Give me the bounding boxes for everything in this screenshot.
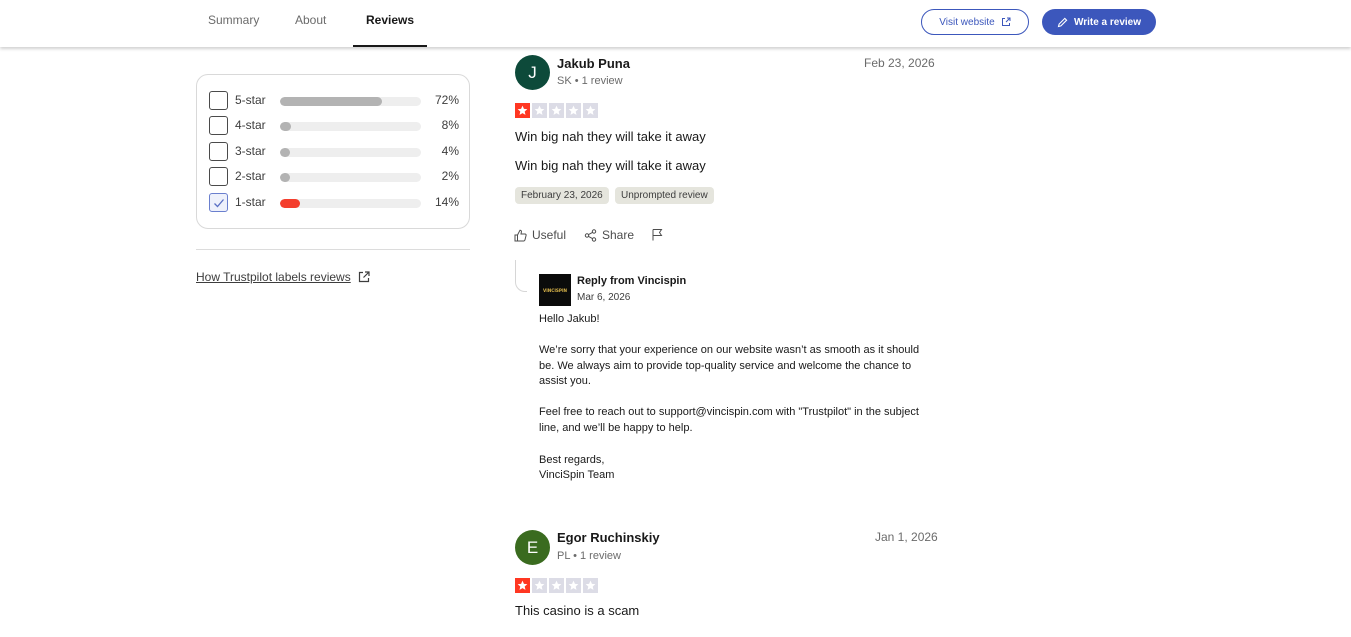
- useful-label: Useful: [532, 228, 567, 242]
- reply-from: Reply from Vincispin: [577, 275, 687, 287]
- star-empty-icon: [532, 578, 547, 593]
- top-nav: Summary About Reviews Visit website Writ…: [0, 0, 1351, 47]
- filter-bar-fill: [280, 173, 290, 182]
- filter-bar-track: [280, 199, 421, 208]
- filter-percent: 4%: [441, 144, 459, 158]
- filter-percent: 72%: [434, 93, 459, 107]
- reviewer-name[interactable]: Egor Ruchinskiy: [557, 530, 660, 545]
- review-body: Win big nah they will take it away: [515, 158, 706, 173]
- reply-connector: [515, 260, 527, 292]
- star-empty-icon: [566, 578, 581, 593]
- checkmark-icon: [214, 199, 224, 208]
- useful-button[interactable]: Useful: [514, 228, 566, 242]
- filter-bar-track: [280, 122, 421, 131]
- star-empty-icon: [549, 578, 564, 593]
- filter-percent: 2%: [441, 169, 459, 183]
- star-empty-icon: [583, 103, 598, 118]
- unprompted-tag[interactable]: Unprompted review: [615, 187, 714, 204]
- flag-icon: [652, 229, 663, 241]
- filter-checkbox[interactable]: [209, 116, 228, 135]
- filter-checkbox[interactable]: [209, 167, 228, 186]
- reply-paragraph: We’re sorry that your experience on our …: [539, 344, 920, 387]
- star-filled-icon: [515, 103, 530, 118]
- tab-about[interactable]: About: [295, 0, 326, 47]
- filter-bar-fill: [280, 97, 382, 106]
- avatar-initial: J: [528, 62, 537, 82]
- review-title[interactable]: This casino is a scam: [515, 603, 639, 618]
- filter-bar-fill: [280, 122, 292, 131]
- review-date-tag: February 23, 2026: [515, 187, 609, 204]
- tab-summary[interactable]: Summary: [208, 0, 259, 47]
- filter-row-3-star[interactable]: 3-star 4%: [209, 142, 459, 162]
- reply-paragraph: Feel free to reach out to support@vincis…: [539, 406, 919, 434]
- pencil-icon: [1057, 17, 1068, 27]
- filter-label: 3-star: [235, 144, 266, 158]
- star-empty-icon: [549, 103, 564, 118]
- filter-row-4-star[interactable]: 4-star 8%: [209, 116, 459, 136]
- share-label: Share: [602, 228, 635, 242]
- filter-checkbox[interactable]: [209, 142, 228, 161]
- labels-link-text: How Trustpilot labels reviews: [196, 270, 351, 284]
- star-filled-icon: [515, 578, 530, 593]
- filter-bar-track: [280, 148, 421, 157]
- filter-checkbox-checked[interactable]: [209, 193, 228, 212]
- filter-bar-fill: [280, 199, 300, 208]
- vincispin-logo: VINCISPIN: [539, 274, 571, 306]
- write-review-button[interactable]: Write a review: [1042, 9, 1156, 35]
- share-icon: [584, 228, 597, 242]
- tab-reviews[interactable]: Reviews: [352, 0, 428, 47]
- report-flag-button[interactable]: [651, 228, 664, 241]
- review-title[interactable]: Win big nah they will take it away: [515, 129, 706, 144]
- sidebar-divider: [196, 249, 470, 250]
- filter-checkbox[interactable]: [209, 91, 228, 110]
- review-date: Jan 1, 2026: [875, 530, 938, 544]
- visit-website-button[interactable]: Visit website: [921, 9, 1029, 35]
- svg-text:VINCISPIN: VINCISPIN: [543, 288, 568, 293]
- star-empty-icon: [532, 103, 547, 118]
- filter-row-1-star[interactable]: 1-star 14%: [209, 193, 459, 213]
- thumbs-up-icon: [514, 229, 527, 241]
- reviewer-meta: PL • 1 review: [557, 550, 621, 562]
- review-date: Feb 23, 2026: [864, 56, 935, 70]
- star-empty-icon: [566, 103, 581, 118]
- filter-label: 5-star: [235, 93, 266, 107]
- reply-signature: VinciSpin Team: [539, 469, 615, 481]
- share-button[interactable]: Share: [584, 228, 634, 242]
- star-empty-icon: [583, 578, 598, 593]
- how-trustpilot-labels-link[interactable]: How Trustpilot labels reviews: [196, 270, 370, 284]
- reviewer-meta: SK • 1 review: [557, 75, 623, 87]
- external-link-icon: [358, 271, 370, 283]
- filter-label: 2-star: [235, 169, 266, 183]
- reply-date: Mar 6, 2026: [577, 292, 631, 303]
- filter-bar-track: [280, 173, 421, 182]
- avatar-initial: E: [526, 537, 539, 557]
- filter-percent: 14%: [434, 195, 459, 209]
- star-rating: [515, 578, 598, 593]
- filter-label: 4-star: [235, 118, 266, 132]
- filter-bar-track: [280, 97, 421, 106]
- filter-percent: 8%: [441, 118, 459, 132]
- filter-bar-fill: [280, 148, 290, 157]
- filter-row-2-star[interactable]: 2-star 2%: [209, 167, 459, 187]
- write-review-label: Write a review: [1073, 16, 1142, 28]
- filter-label: 1-star: [235, 195, 266, 209]
- reviewer-name[interactable]: Jakub Puna: [557, 56, 630, 71]
- reply-signoff: Best regards,: [539, 454, 605, 466]
- visit-website-label: Visit website: [939, 16, 995, 28]
- star-rating: [515, 103, 598, 118]
- external-link-icon: [1001, 17, 1011, 26]
- filter-row-5-star[interactable]: 5-star 72%: [209, 91, 459, 111]
- avatar[interactable]: E: [515, 530, 550, 565]
- star-filter-panel: 5-star 72% 4-star 8% 3-star 4% 2-star 2%…: [196, 74, 470, 229]
- avatar[interactable]: J: [515, 55, 550, 90]
- reply-greeting: Hello Jakub!: [539, 313, 600, 325]
